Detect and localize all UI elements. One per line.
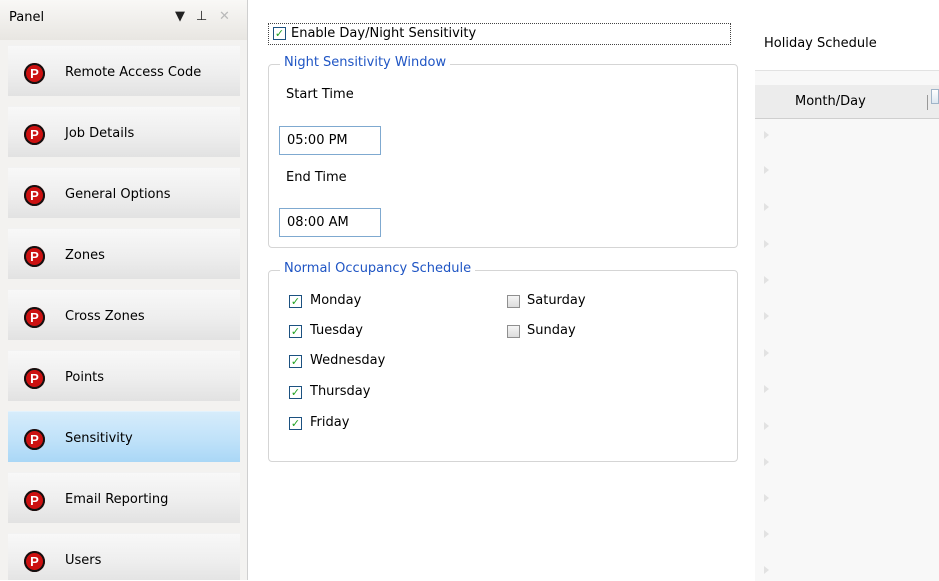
sidebar-item-general-options[interactable]: P General Options <box>8 167 240 218</box>
sidebar-item-label: Remote Access Code <box>65 65 202 80</box>
dropdown-arrow-icon[interactable]: ▼ <box>175 9 185 24</box>
sidebar-item-label: Users <box>65 553 102 568</box>
row-indicator-icon <box>764 494 769 502</box>
sidebar-item-label: Cross Zones <box>65 309 145 324</box>
close-icon[interactable]: ✕ <box>219 9 230 24</box>
p-icon: P <box>24 124 45 145</box>
p-icon: P <box>24 490 45 511</box>
enable-day-night-label: Enable Day/Night Sensitivity <box>291 26 477 41</box>
panel-title: Panel <box>9 10 45 25</box>
p-icon: P <box>24 429 45 450</box>
panel-sidebar: Panel ▼ ⊥ ✕ P Remote Access Code P Job D… <box>0 0 248 580</box>
row-indicator-icon <box>764 240 769 248</box>
end-time-input[interactable]: 08:00 AM <box>279 208 381 237</box>
sidebar-item-users[interactable]: P Users <box>8 533 240 580</box>
row-indicator-icon <box>764 131 769 139</box>
tuesday-label: Tuesday <box>310 323 363 338</box>
sidebar-item-cross-zones[interactable]: P Cross Zones <box>8 289 240 340</box>
thursday-checkbox[interactable]: ✓ <box>289 386 302 399</box>
row-indicator-icon <box>764 276 769 284</box>
sidebar-item-points[interactable]: P Points <box>8 350 240 401</box>
p-icon: P <box>24 551 45 572</box>
sidebar-item-label: Sensitivity <box>65 431 133 446</box>
sunday-checkbox[interactable] <box>507 325 520 338</box>
sidebar-item-label: Job Details <box>65 126 135 141</box>
end-time-label: End Time <box>286 170 347 185</box>
row-indicator-icon <box>764 349 769 357</box>
grid-scroll-left-button[interactable] <box>931 89 939 104</box>
pin-icon[interactable]: ⊥ <box>196 9 207 24</box>
sunday-label: Sunday <box>527 323 576 338</box>
sidebar-item-label: General Options <box>65 187 171 202</box>
row-indicator-icon <box>764 385 769 393</box>
row-indicator-icon <box>764 530 769 538</box>
start-time-label: Start Time <box>286 87 354 102</box>
sidebar-item-zones[interactable]: P Zones <box>8 228 240 279</box>
sidebar-item-label: Email Reporting <box>65 492 169 507</box>
monday-label: Monday <box>310 293 362 308</box>
sidebar-item-label: Points <box>65 370 105 385</box>
enable-day-night-checkbox[interactable]: ✓ <box>273 27 286 40</box>
row-indicator-icon <box>764 203 769 211</box>
p-icon: P <box>24 185 45 206</box>
sidebar-item-sensitivity[interactable]: P Sensitivity <box>8 411 240 462</box>
friday-label: Friday <box>310 415 350 430</box>
panel-header: Panel ▼ ⊥ ✕ <box>0 0 247 40</box>
holiday-schedule-grid[interactable] <box>755 70 939 581</box>
wednesday-checkbox[interactable]: ✓ <box>289 355 302 368</box>
month-day-column-header[interactable]: Month/Day <box>795 94 866 109</box>
row-indicator-icon <box>764 166 769 174</box>
p-icon: P <box>24 368 45 389</box>
p-icon: P <box>24 307 45 328</box>
p-icon: P <box>24 63 45 84</box>
holiday-schedule-title: Holiday Schedule <box>764 36 877 51</box>
saturday-checkbox[interactable] <box>507 295 520 308</box>
friday-checkbox[interactable]: ✓ <box>289 417 302 430</box>
tuesday-checkbox[interactable]: ✓ <box>289 325 302 338</box>
p-icon: P <box>24 246 45 267</box>
monday-checkbox[interactable]: ✓ <box>289 295 302 308</box>
wednesday-label: Wednesday <box>310 353 386 368</box>
sidebar-item-remote-access-code[interactable]: P Remote Access Code <box>8 45 240 96</box>
night-sensitivity-title: Night Sensitivity Window <box>280 55 451 70</box>
row-indicator-icon <box>764 422 769 430</box>
row-indicator-icon <box>764 566 769 574</box>
sidebar-item-email-reporting[interactable]: P Email Reporting <box>8 472 240 523</box>
row-indicator-icon <box>764 458 769 466</box>
occupancy-schedule-title: Normal Occupancy Schedule <box>280 261 476 276</box>
column-divider[interactable] <box>927 95 928 110</box>
start-time-input[interactable]: 05:00 PM <box>279 126 381 155</box>
saturday-label: Saturday <box>527 293 586 308</box>
sidebar-item-job-details[interactable]: P Job Details <box>8 106 240 157</box>
row-indicator-icon <box>764 312 769 320</box>
sidebar-item-label: Zones <box>65 248 105 263</box>
thursday-label: Thursday <box>310 384 371 399</box>
